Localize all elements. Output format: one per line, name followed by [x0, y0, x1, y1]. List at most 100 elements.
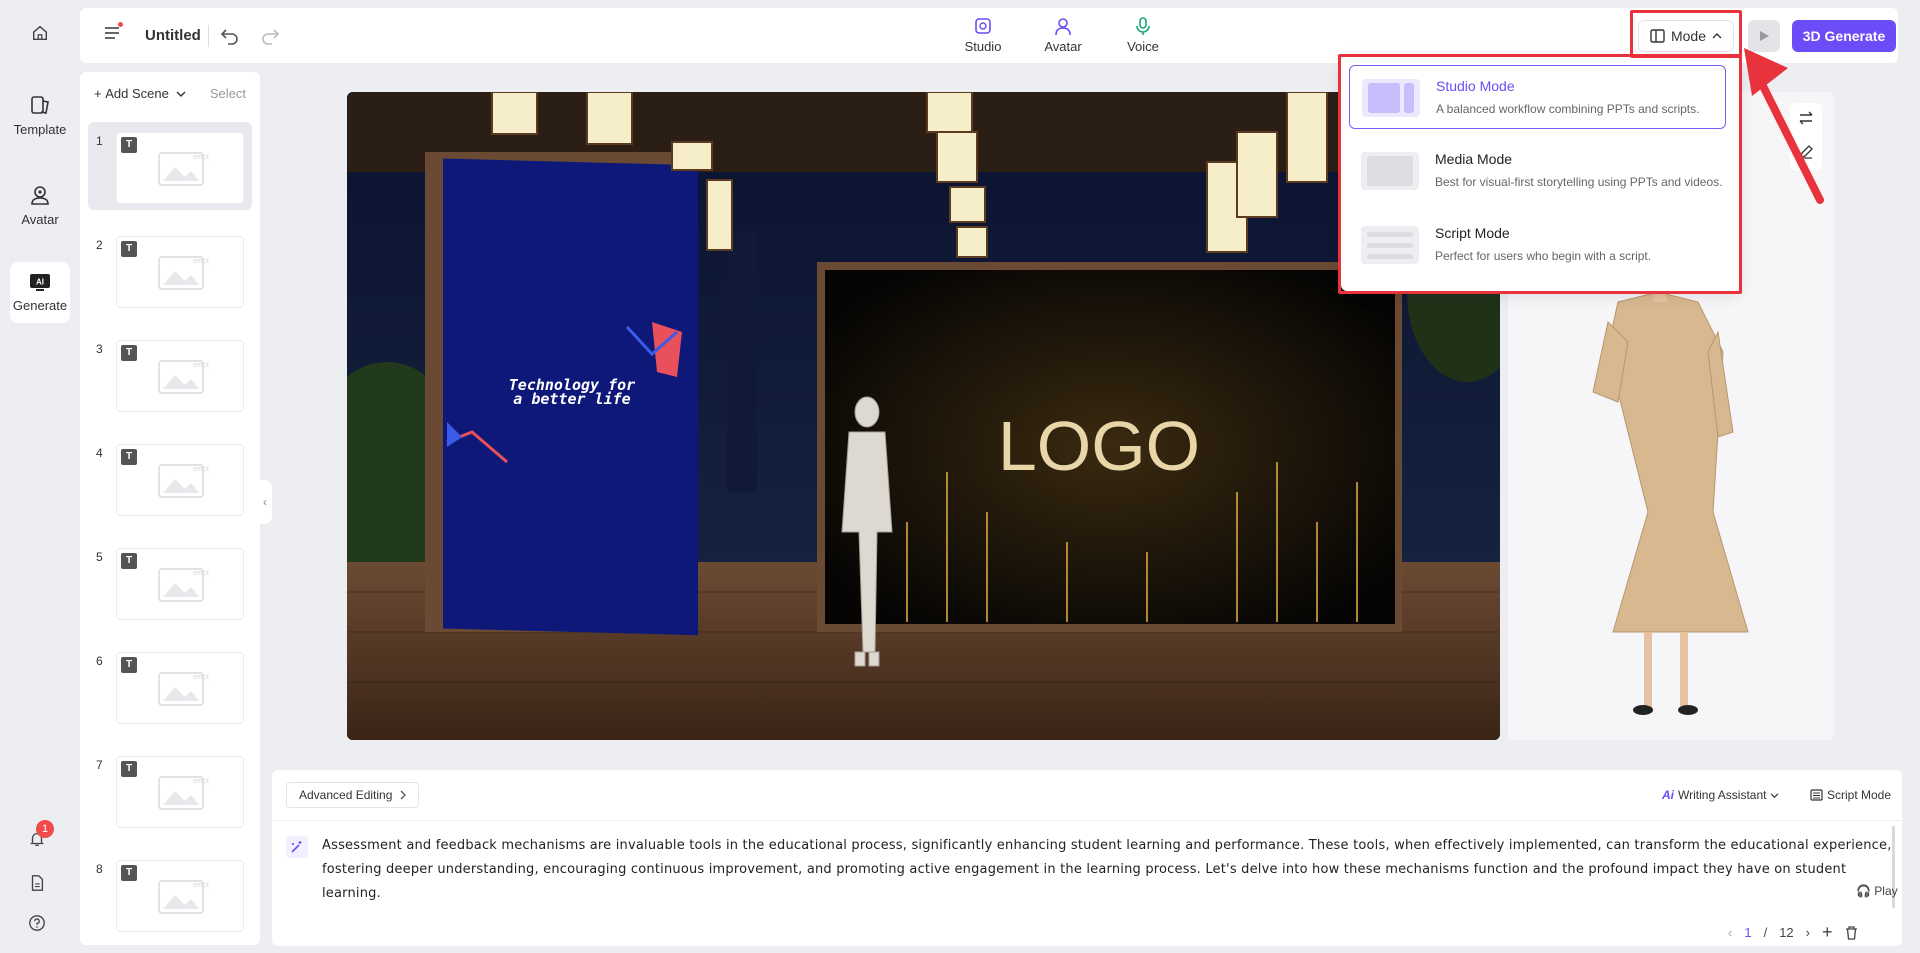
headphones-icon: 🎧: [1856, 884, 1871, 898]
add-scene-label: Add Scene: [105, 86, 169, 101]
banner-line-2: a better life: [513, 390, 630, 408]
document-button[interactable]: [28, 874, 46, 897]
scene-number: 7: [96, 758, 103, 772]
divider: [272, 820, 1902, 821]
text-tag: T: [121, 761, 137, 777]
text-tag: T: [121, 137, 137, 153]
text-tag: T: [121, 553, 137, 569]
scene-item[interactable]: 6 Tempty: [88, 642, 252, 730]
document-title[interactable]: Untitled: [145, 27, 201, 44]
text-tag: T: [121, 241, 137, 257]
microphone-icon: [1136, 17, 1150, 35]
magic-wand-button[interactable]: [286, 836, 308, 858]
chevron-down-icon: [1771, 792, 1779, 798]
prev-page-button[interactable]: ‹: [1728, 925, 1732, 940]
person-icon: [1055, 18, 1071, 36]
undo-button[interactable]: [220, 25, 240, 50]
svg-text:AI: AI: [36, 278, 44, 287]
select-scenes-button[interactable]: Select: [210, 86, 246, 101]
studio-icon: [975, 18, 991, 34]
scene-item[interactable]: 5 Tempty: [88, 538, 252, 626]
tab-voice[interactable]: Voice: [1120, 16, 1166, 54]
tab-avatar[interactable]: Avatar: [1040, 16, 1086, 54]
play-script-button[interactable]: 🎧 Play: [1856, 884, 1898, 898]
document-icon: [31, 875, 44, 891]
scene-number: 4: [96, 446, 103, 460]
advanced-editing-button[interactable]: Advanced Editing: [286, 782, 420, 808]
script-mode-button[interactable]: Script Mode: [1810, 788, 1891, 802]
help-icon: [29, 915, 45, 931]
nav-rail: Template Avatar AI Generate 1: [0, 0, 80, 953]
scene-item[interactable]: 4 Tempty: [88, 434, 252, 522]
scene-item[interactable]: 8 Tempty: [88, 850, 252, 938]
scene-thumbnail: Tempty: [116, 132, 244, 204]
nav-template[interactable]: Template: [10, 94, 70, 137]
avatar-icon: [31, 186, 49, 205]
scene-thumbnail: Tempty: [116, 548, 244, 620]
nav-home[interactable]: [10, 24, 70, 48]
placeholder-label: empty: [193, 154, 209, 161]
script-panel: Advanced Editing Ai Writing Assistant Sc…: [272, 770, 1902, 946]
chevron-down-icon: [176, 91, 186, 97]
placeholder-label: empty: [193, 362, 209, 369]
scene-panel: + Add Scene Select 1 Tempty 2 Tempty 3 Tempty…: [80, 72, 260, 945]
scene-thumbnail: Tempty: [116, 860, 244, 932]
main-tabs: Studio Avatar Voice: [960, 16, 1166, 54]
plus-icon: +: [94, 86, 106, 101]
notification-badge: 1: [36, 820, 54, 838]
scene-item[interactable]: 3 Tempty: [88, 330, 252, 418]
scene-thumbnail: Tempty: [116, 756, 244, 828]
image-placeholder-icon: empty: [158, 360, 209, 394]
scene-pager: ‹ 1 / 12 › +: [1728, 922, 1858, 943]
scene-number: 3: [96, 342, 103, 356]
placeholder-label: empty: [193, 778, 209, 785]
collapse-panel-button[interactable]: ‹: [258, 480, 272, 524]
scene-item[interactable]: 1 Tempty: [88, 122, 252, 210]
scene-thumbnail: Tempty: [116, 444, 244, 516]
writing-assistant-button[interactable]: Ai Writing Assistant: [1662, 788, 1779, 802]
scene-panel-header: + Add Scene Select: [80, 86, 260, 106]
next-page-button[interactable]: ›: [1806, 925, 1810, 940]
current-page: 1: [1744, 925, 1752, 940]
divider: [208, 25, 209, 47]
writing-assistant-label: Writing Assistant: [1678, 788, 1767, 802]
help-button[interactable]: [28, 914, 46, 937]
page-separator: /: [1763, 925, 1768, 940]
nav-template-label: Template: [13, 122, 67, 137]
scene-number: 1: [96, 134, 103, 148]
total-pages: 12: [1779, 925, 1794, 940]
image-placeholder-icon: empty: [158, 672, 209, 706]
tab-voice-label: Voice: [1127, 39, 1159, 54]
nav-avatar[interactable]: Avatar: [10, 184, 70, 227]
nav-avatar-label: Avatar: [21, 212, 59, 227]
notifications-button[interactable]: 1: [28, 820, 54, 853]
tab-studio[interactable]: Studio: [960, 16, 1006, 54]
hamburger-icon: [105, 27, 119, 39]
play-script-label: Play: [1874, 884, 1898, 898]
add-page-button[interactable]: +: [1822, 922, 1833, 943]
nav-generate[interactable]: AI Generate: [10, 262, 70, 323]
chevron-right-icon: [400, 790, 407, 800]
script-textarea[interactable]: Assessment and feedback mechanisms are i…: [322, 834, 1892, 906]
menu-button[interactable]: [104, 26, 120, 45]
text-tag: T: [121, 865, 137, 881]
image-placeholder-icon: empty: [158, 464, 209, 498]
scene-item[interactable]: 2 Tempty: [88, 226, 252, 314]
trash-icon[interactable]: [1845, 925, 1858, 940]
scene-item[interactable]: 7 Tempty: [88, 746, 252, 834]
stage-canvas[interactable]: Technology for a better life LOGO: [347, 92, 1500, 740]
redo-button[interactable]: [260, 25, 280, 50]
menu-dot-indicator: [118, 22, 123, 27]
image-placeholder-icon: empty: [158, 568, 209, 602]
nav-generate-label: Generate: [12, 298, 68, 313]
image-placeholder-icon: empty: [158, 256, 209, 290]
template-icon: [31, 96, 49, 114]
magic-wand-icon: [291, 841, 302, 853]
annotation-arrow-icon: [1744, 48, 1824, 204]
add-scene-button[interactable]: + Add Scene: [94, 86, 186, 101]
scene-number: 2: [96, 238, 103, 252]
redo-icon: [262, 29, 280, 45]
image-placeholder-icon: empty: [158, 776, 209, 810]
placeholder-label: empty: [193, 466, 209, 473]
highlight-box-menu: [1338, 54, 1742, 294]
